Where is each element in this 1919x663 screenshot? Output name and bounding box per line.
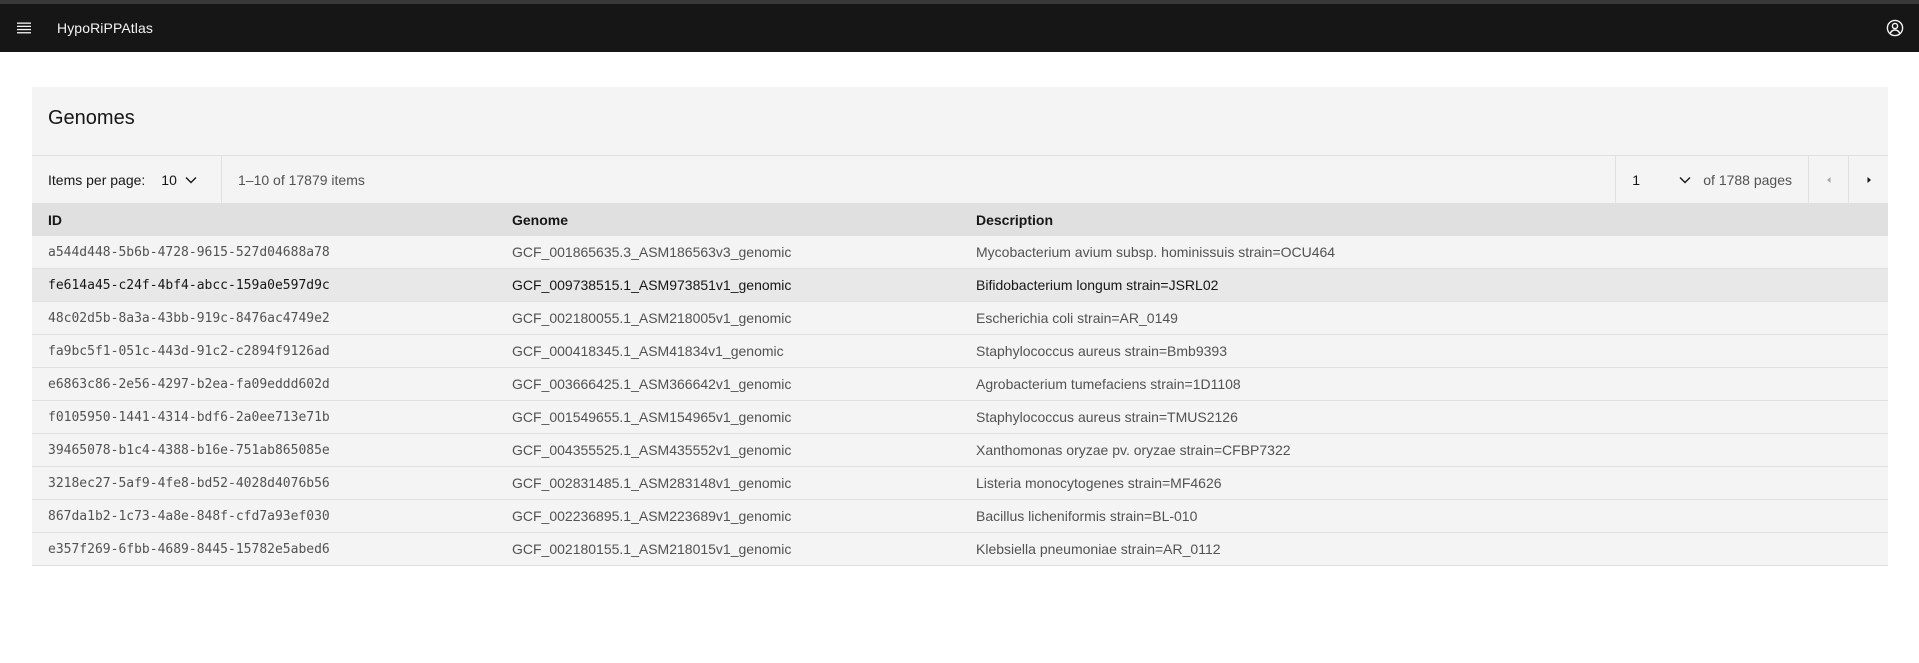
app-header: HypoRiPPAtlas (0, 4, 1919, 52)
table-body: a544d448-5b6b-4728-9615-527d04688a78 GCF_… (32, 236, 1888, 566)
genomes-table: ID Genome Description a544d448-5b6b-4728… (32, 203, 1888, 566)
user-avatar-icon (1886, 19, 1904, 37)
table-row[interactable]: e6863c86-2e56-4297-b2ea-fa09eddd602d GCF_… (32, 368, 1888, 401)
cell-description: Agrobacterium tumefaciens strain=1D1108 (976, 376, 1241, 392)
cell-description: Staphylococcus aureus strain=Bmb9393 (976, 343, 1227, 359)
cell-genome: GCF_000418345.1_ASM41834v1_genomic (512, 343, 784, 359)
column-header-id[interactable]: ID (32, 212, 496, 228)
table-row[interactable]: fe614a45-c24f-4bf4-abcc-159a0e597d9c GCF_… (32, 269, 1888, 302)
total-pages-text: of 1788 pages (1703, 171, 1792, 188)
user-profile-button[interactable] (1871, 4, 1919, 52)
column-header-description[interactable]: Description (960, 212, 1888, 228)
hamburger-menu-button[interactable] (0, 4, 48, 52)
table-row[interactable]: 867da1b2-1c73-4a8e-848f-cfd7a93ef030 GCF_… (32, 500, 1888, 533)
table-row[interactable]: 39465078-b1c4-4388-b16e-751ab865085e GCF_… (32, 434, 1888, 467)
current-page-value: 1 (1632, 171, 1641, 188)
table-header: ID Genome Description (32, 203, 1888, 236)
items-per-page-label: Items per page: (48, 171, 146, 188)
chevron-down-icon (185, 176, 197, 183)
pagination-bar: Items per page: 10 1–10 of 17879 items 1… (32, 155, 1888, 203)
panel-title: Genomes (48, 107, 135, 129)
cell-genome: GCF_002180155.1_ASM218015v1_genomic (512, 541, 792, 557)
cell-description: Xanthomonas oryzae pv. oryzae strain=CFB… (976, 442, 1291, 458)
column-header-genome[interactable]: Genome (496, 212, 960, 228)
hamburger-menu-icon (17, 22, 31, 34)
caret-right-icon (1867, 176, 1871, 183)
cell-description: Escherichia coli strain=AR_0149 (976, 310, 1178, 326)
caret-left-icon (1826, 176, 1830, 183)
cell-description: Bacillus licheniformis strain=BL-010 (976, 508, 1198, 524)
cell-genome: GCF_004355525.1_ASM435552v1_genomic (512, 442, 792, 458)
page-controls: 1 of 1788 pages (1615, 156, 1888, 203)
cell-id: 3218ec27-5af9-4fe8-bd52-4028d4076b56 (48, 475, 330, 491)
cell-id: 867da1b2-1c73-4a8e-848f-cfd7a93ef030 (48, 508, 330, 524)
table-row[interactable]: 3218ec27-5af9-4fe8-bd52-4028d4076b56 GCF_… (32, 467, 1888, 500)
next-page-button[interactable] (1848, 156, 1888, 203)
cell-id: e6863c86-2e56-4297-b2ea-fa09eddd602d (48, 376, 330, 392)
app-title[interactable]: HypoRiPPAtlas (57, 20, 153, 36)
previous-page-button[interactable] (1808, 156, 1848, 203)
cell-id: fa9bc5f1-051c-443d-91c2-c2894f9126ad (48, 343, 330, 359)
cell-genome: GCF_002180055.1_ASM218005v1_genomic (512, 310, 792, 326)
genomes-panel: Genomes Items per page: 10 1–10 of 17879… (32, 87, 1888, 566)
cell-id: e357f269-6fbb-4689-8445-15782e5abed6 (48, 541, 330, 557)
cell-description: Bifidobacterium longum strain=JSRL02 (976, 277, 1219, 293)
table-row[interactable]: fa9bc5f1-051c-443d-91c2-c2894f9126ad GCF_… (32, 335, 1888, 368)
cell-genome: GCF_002236895.1_ASM223689v1_genomic (512, 508, 792, 524)
cell-genome: GCF_009738515.1_ASM973851v1_genomic (512, 277, 792, 293)
items-per-page-value: 10 (161, 171, 177, 188)
cell-description: Mycobacterium avium subsp. hominissuis s… (976, 244, 1336, 260)
cell-genome: GCF_003666425.1_ASM366642v1_genomic (512, 376, 792, 392)
cell-id: 48c02d5b-8a3a-43bb-919c-8476ac4749e2 (48, 310, 330, 326)
cell-id: f0105950-1441-4314-bdf6-2a0ee713e71b (48, 409, 330, 425)
cell-description: Listeria monocytogenes strain=MF4626 (976, 475, 1222, 491)
cell-id: fe614a45-c24f-4bf4-abcc-159a0e597d9c (48, 277, 330, 293)
cell-genome: GCF_002831485.1_ASM283148v1_genomic (512, 475, 792, 491)
items-per-page: Items per page: 10 (32, 156, 222, 203)
table-row[interactable]: f0105950-1441-4314-bdf6-2a0ee713e71b GCF_… (32, 401, 1888, 434)
table-row[interactable]: 48c02d5b-8a3a-43bb-919c-8476ac4749e2 GCF_… (32, 302, 1888, 335)
table-row[interactable]: a544d448-5b6b-4728-9615-527d04688a78 GCF_… (32, 236, 1888, 269)
table-row[interactable]: e357f269-6fbb-4689-8445-15782e5abed6 GCF_… (32, 533, 1888, 566)
chevron-down-icon (1679, 176, 1691, 183)
page-number-select[interactable]: 1 (1615, 156, 1703, 203)
cell-genome: GCF_001865635.3_ASM186563v3_genomic (512, 244, 792, 260)
items-range-text: 1–10 of 17879 items (238, 171, 365, 188)
cell-id: a544d448-5b6b-4728-9615-527d04688a78 (48, 244, 330, 260)
cell-description: Klebsiella pneumoniae strain=AR_0112 (976, 541, 1221, 557)
items-per-page-select[interactable]: 10 (161, 172, 197, 188)
cell-description: Staphylococcus aureus strain=TMUS2126 (976, 409, 1238, 425)
cell-genome: GCF_001549655.1_ASM154965v1_genomic (512, 409, 792, 425)
cell-id: 39465078-b1c4-4388-b16e-751ab865085e (48, 442, 330, 458)
